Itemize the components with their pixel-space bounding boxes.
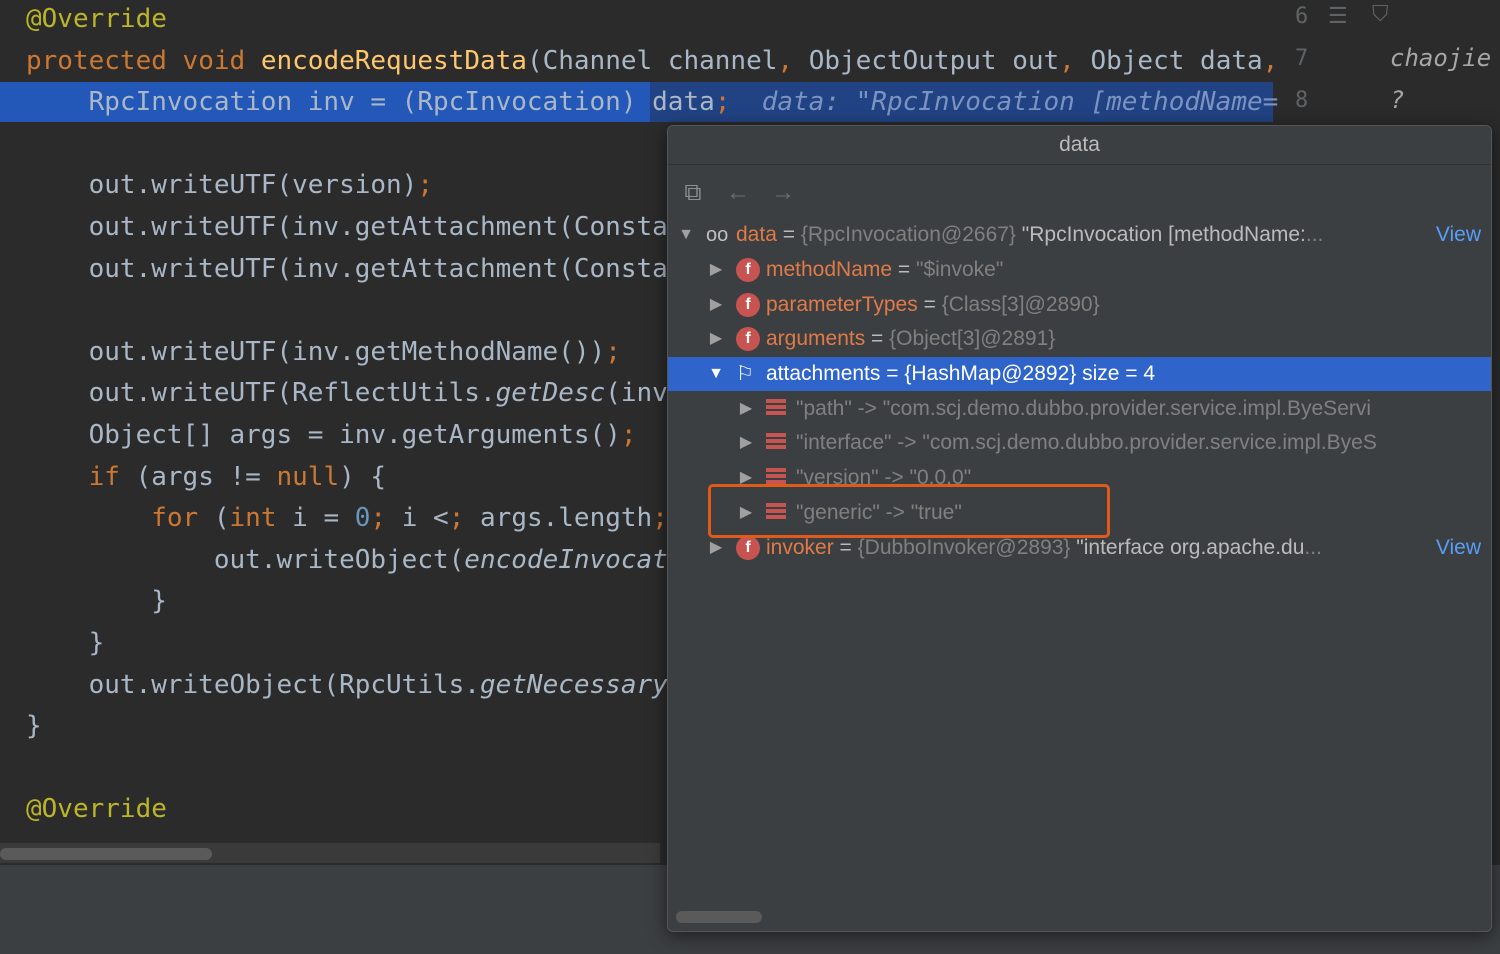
expand-arrow-icon[interactable]: ▶: [706, 322, 726, 356]
tree-row-text: attachments = {HashMap@2892} size = 4: [766, 362, 1156, 385]
tree-row-attachments[interactable]: ▼ ⚐ attachments = {HashMap@2892} size = 4: [668, 357, 1491, 391]
code-line[interactable]: }: [26, 581, 167, 621]
expand-arrow-icon[interactable]: ▶: [736, 426, 756, 460]
tree-row-text: methodName = "$invoke": [766, 258, 1004, 281]
map-entry-icon: [766, 399, 786, 419]
code-line[interactable]: out.writeUTF(inv.getMethodName());: [26, 332, 621, 372]
git-author-annotation-2: ?: [1390, 86, 1405, 114]
code-line[interactable]: out.writeObject(encodeInvocat: [26, 540, 668, 580]
map-entry-icon: [766, 433, 786, 453]
code-line[interactable]: out.writeUTF(inv.getAttachment(Consta: [26, 249, 668, 289]
forward-arrow-icon[interactable]: →: [768, 178, 798, 208]
tree-row-arguments[interactable]: ▶ f arguments = {Object[3]@2891}: [668, 322, 1491, 356]
tree-row-text: data = {RpcInvocation@2667} "RpcInvocati…: [736, 223, 1324, 246]
popup-title: data: [668, 126, 1491, 165]
code-line[interactable]: out.writeObject(RpcUtils.getNecessary: [26, 665, 668, 705]
expand-arrow-icon[interactable]: ▶: [706, 253, 726, 287]
watches-icon[interactable]: ⧉: [678, 178, 708, 208]
git-author-annotation: chaojie: [1390, 44, 1492, 72]
line-number: 7: [1295, 46, 1309, 71]
code-line[interactable]: }: [26, 706, 42, 746]
code-line[interactable]: out.writeUTF(version);: [26, 165, 433, 205]
view-link[interactable]: View: [1436, 218, 1481, 252]
collapse-arrow-icon[interactable]: ▼: [706, 357, 726, 391]
popup-scroll-thumb[interactable]: [676, 911, 762, 923]
field-icon: f: [736, 258, 760, 282]
code-line[interactable]: Object[] args = inv.getArguments();: [26, 415, 637, 455]
code-line[interactable]: if (args != null) {: [26, 457, 386, 497]
collapse-arrow-icon[interactable]: ▼: [676, 218, 696, 252]
list-icon: ☰: [1328, 4, 1348, 29]
editor-scroll-thumb[interactable]: [0, 848, 212, 860]
code-line[interactable]: RpcInvocation inv = (RpcInvocation) data…: [26, 82, 1279, 122]
flag-icon: ⚐: [736, 363, 754, 385]
tree-row-text: "path" -> "com.scj.demo.dubbo.provider.s…: [796, 397, 1372, 420]
field-icon: f: [736, 327, 760, 351]
annotation-highlight-box: [708, 484, 1110, 538]
tree-row-parameterTypes[interactable]: ▶ f parameterTypes = {Class[3]@2890}: [668, 288, 1491, 322]
field-icon: f: [736, 293, 760, 317]
expand-arrow-icon[interactable]: ▶: [706, 288, 726, 322]
view-link[interactable]: View: [1436, 531, 1481, 565]
code-line[interactable]: @Override: [26, 789, 167, 829]
tree-row-text: "interface" -> "com.scj.demo.dubbo.provi…: [796, 431, 1377, 454]
expand-arrow-icon[interactable]: ▶: [736, 392, 756, 426]
tree-row-text: arguments = {Object[3]@2891}: [766, 327, 1056, 350]
tree-row-text: parameterTypes = {Class[3]@2890}: [766, 293, 1100, 316]
code-line[interactable]: out.writeUTF(ReflectUtils.getDesc(inv: [26, 373, 668, 413]
back-arrow-icon[interactable]: ←: [723, 178, 753, 208]
line-number: 8: [1295, 88, 1309, 113]
code-line[interactable]: for (int i = 0; i <; args.length;: [26, 498, 668, 538]
line-number: 6: [1295, 4, 1309, 29]
watch-glasses-icon: oo: [706, 224, 729, 246]
code-line[interactable]: }: [26, 623, 105, 663]
field-icon: f: [736, 536, 760, 560]
code-line[interactable]: @Override: [26, 0, 167, 39]
tree-row-methodName[interactable]: ▶ f methodName = "$invoke": [668, 253, 1491, 287]
bookmark-icon: ⛉: [1372, 2, 1389, 27]
code-line[interactable]: out.writeUTF(inv.getAttachment(Consta: [26, 207, 668, 247]
tree-row-map-entry[interactable]: ▶ "path" -> "com.scj.demo.dubbo.provider.…: [668, 392, 1491, 426]
code-line[interactable]: protected void encodeRequestData(Channel…: [26, 41, 1278, 81]
tree-row-map-entry[interactable]: ▶ "interface" -> "com.scj.demo.dubbo.prov…: [668, 426, 1491, 460]
tree-row-data[interactable]: ▼ oo data = {RpcInvocation@2667} "RpcInvoc…: [668, 218, 1491, 252]
